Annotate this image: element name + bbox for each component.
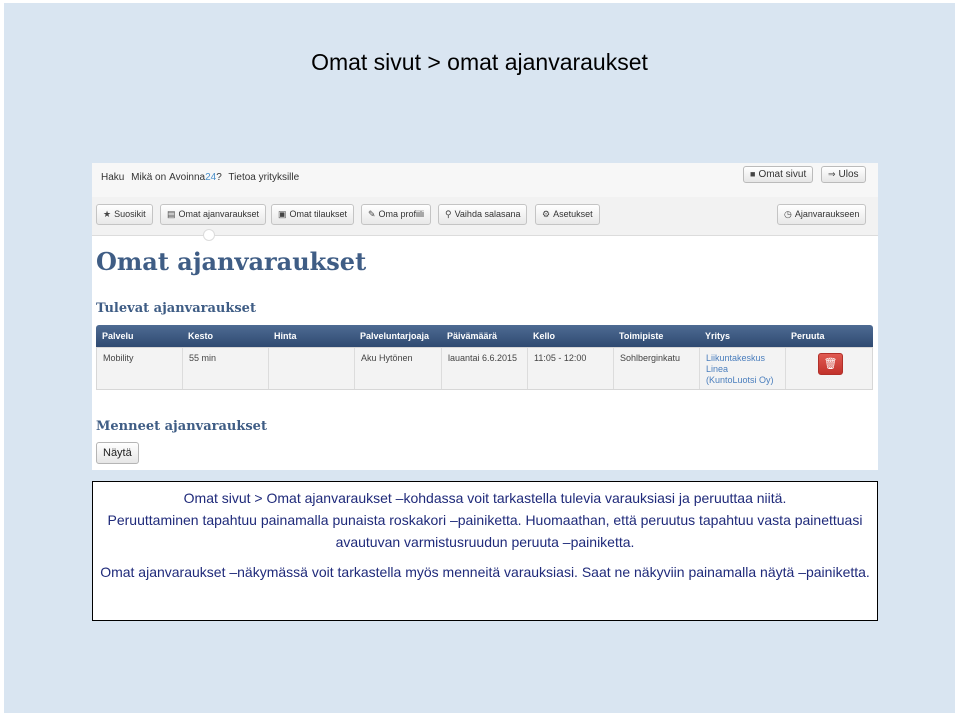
- col-hinta: Hinta: [274, 331, 297, 341]
- nav-tietoa-yrityksille[interactable]: Tietoa yrityksille: [228, 172, 299, 183]
- nav-24[interactable]: 24: [205, 172, 216, 183]
- slide-title: Omat sivut > omat ajanvaraukset: [311, 49, 648, 75]
- omat-sivut-label: Omat sivut: [758, 169, 807, 180]
- col-yritys: Yritys: [705, 331, 731, 341]
- caption-line-2: Peruuttaminen tapahtuu painamalla punais…: [107, 512, 863, 550]
- omat-tilaukset-button[interactable]: ▣ Omat tilaukset: [271, 204, 355, 225]
- caption-box: Omat sivut > Omat ajanvaraukset –kohdass…: [92, 481, 878, 621]
- yritys-link-1[interactable]: Liikuntakeskus: [706, 353, 785, 364]
- yritys-link-3[interactable]: (KuntoLuotsi Oy): [706, 375, 785, 386]
- suosikit-label: Suosikit: [114, 209, 146, 219]
- omat-tilaukset-label: Omat tilaukset: [289, 209, 348, 219]
- cell-yritys: Liikuntakeskus Linea (KuntoLuotsi Oy): [700, 348, 786, 389]
- col-toimipiste: Toimipiste: [619, 331, 664, 341]
- clock-icon: ◷: [784, 209, 792, 219]
- asetukset-button[interactable]: ⚙ Asetukset: [535, 204, 600, 225]
- cell-kesto: 55 min: [183, 348, 269, 389]
- star-icon: ★: [103, 209, 112, 219]
- vaihda-salasana-label: Vaihda salasana: [454, 209, 521, 219]
- cell-palvelu: Mobility: [97, 348, 183, 389]
- caption-line-3: Omat ajanvaraukset –näkymässä voit tarka…: [100, 564, 870, 580]
- ulos-button[interactable]: ⇒ Ulos: [821, 166, 866, 183]
- pencil-icon: ✎: [368, 209, 376, 219]
- col-palveluntarjoaja: Palveluntarjoaja: [360, 331, 430, 341]
- past-heading: Menneet ajanvaraukset: [96, 419, 267, 434]
- vaihda-salasana-button[interactable]: ⚲ Vaihda salasana: [438, 204, 528, 225]
- upcoming-heading: Tulevat ajanvaraukset: [96, 301, 256, 316]
- caption-line-1: Omat sivut > Omat ajanvaraukset –kohdass…: [183, 490, 787, 506]
- active-tab-indicator: [203, 229, 215, 241]
- omat-ajanvaraukset-button[interactable]: ▤ Omat ajanvaraukset: [160, 204, 267, 225]
- asetukset-label: Asetukset: [553, 209, 593, 219]
- table-header: Palvelu Kesto Hinta Palveluntarjoaja Päi…: [96, 325, 873, 347]
- omat-ajanvaraukset-label: Omat ajanvaraukset: [178, 209, 260, 219]
- top-bar: Haku Mikä on Avoinna24? Tietoa yrityksill…: [92, 163, 878, 197]
- cell-palveluntarjoaja: Aku Hytönen: [355, 348, 442, 389]
- col-kesto: Kesto: [188, 331, 214, 341]
- col-paivamaara: Päivämäärä: [447, 331, 498, 341]
- nav-avoinna[interactable]: Avoinna: [169, 172, 205, 183]
- user-icon: ■: [750, 169, 756, 179]
- oma-profiili-label: Oma profiili: [378, 209, 425, 219]
- show-past-button[interactable]: Näytä: [96, 442, 139, 464]
- cell-toimipiste: Sohlberginkatu: [614, 348, 700, 389]
- oma-profiili-button[interactable]: ✎ Oma profiili: [361, 204, 432, 225]
- ulos-label: Ulos: [838, 169, 859, 180]
- cart-icon: ▣: [278, 209, 287, 219]
- trash-icon: 🗑: [823, 358, 838, 370]
- yritys-link-2[interactable]: Linea: [706, 364, 785, 375]
- nav-mika-on[interactable]: Mikä on: [131, 172, 166, 183]
- app-screenshot: Haku Mikä on Avoinna24? Tietoa yrityksill…: [92, 163, 878, 470]
- nav-haku[interactable]: Haku: [101, 172, 124, 183]
- logout-icon: ⇒: [828, 169, 836, 179]
- table-row: Mobility 55 min Aku Hytönen lauantai 6.6…: [96, 347, 873, 390]
- book-icon: ▤: [167, 209, 176, 219]
- key-icon: ⚲: [445, 209, 452, 219]
- col-kello: Kello: [533, 331, 556, 341]
- cancel-booking-button[interactable]: 🗑: [818, 353, 843, 375]
- ajanvaraukseen-button[interactable]: ◷ Ajanvaraukseen: [777, 204, 867, 225]
- gear-icon: ⚙: [542, 209, 551, 219]
- cell-hinta: [269, 348, 355, 389]
- col-peruuta: Peruuta: [791, 331, 825, 341]
- nav-question[interactable]: ?: [216, 172, 222, 183]
- cell-paivamaara: lauantai 6.6.2015: [442, 348, 528, 389]
- page-title: Omat ajanvaraukset: [96, 247, 367, 276]
- suosikit-button[interactable]: ★ Suosikit: [96, 204, 153, 225]
- top-nav: Haku Mikä on Avoinna24? Tietoa yrityksill…: [101, 172, 303, 183]
- omat-sivut-button[interactable]: ■ Omat sivut: [743, 166, 814, 183]
- cell-kello: 11:05 - 12:00: [528, 348, 614, 389]
- ajanvaraukseen-label: Ajanvaraukseen: [794, 209, 860, 219]
- col-palvelu: Palvelu: [102, 331, 134, 341]
